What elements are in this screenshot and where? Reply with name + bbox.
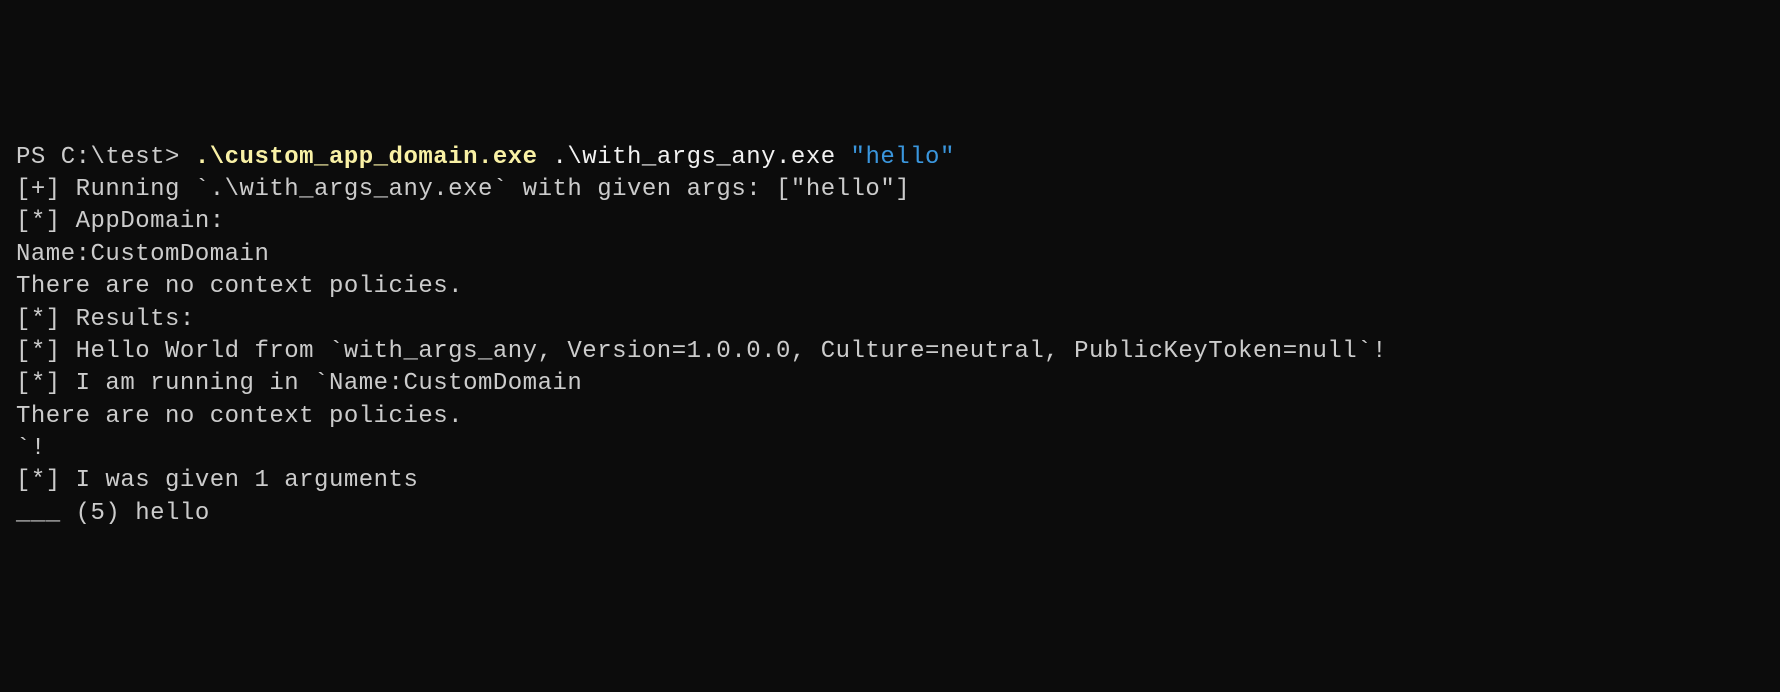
command-executable-2: .\with_args_any.exe	[538, 144, 851, 171]
output-line: [+] Running `.\with_args_any.exe` with g…	[16, 174, 1764, 206]
output-line: There are no context policies.	[16, 271, 1764, 303]
output-line: [*] Results:	[16, 304, 1764, 336]
output-line: [*] I was given 1 arguments	[16, 465, 1764, 497]
command-executable-1: .\custom_app_domain.exe	[195, 144, 538, 171]
output-line: [*] AppDomain:	[16, 206, 1764, 238]
output-line: `!	[16, 433, 1764, 465]
output-line: Name:CustomDomain	[16, 239, 1764, 271]
output-line: [*] Hello World from `with_args_any, Ver…	[16, 336, 1764, 368]
command-argument: "hello"	[851, 144, 955, 171]
output-line: There are no context policies.	[16, 401, 1764, 433]
terminal-window[interactable]: PS C:\test> .\custom_app_domain.exe .\wi…	[16, 142, 1764, 531]
prompt-line[interactable]: PS C:\test> .\custom_app_domain.exe .\wi…	[16, 142, 1764, 174]
prompt-prefix: PS C:\test>	[16, 144, 195, 171]
output-line: [*] I am running in `Name:CustomDomain	[16, 368, 1764, 400]
output-line: ___ (5) hello	[16, 498, 1764, 530]
